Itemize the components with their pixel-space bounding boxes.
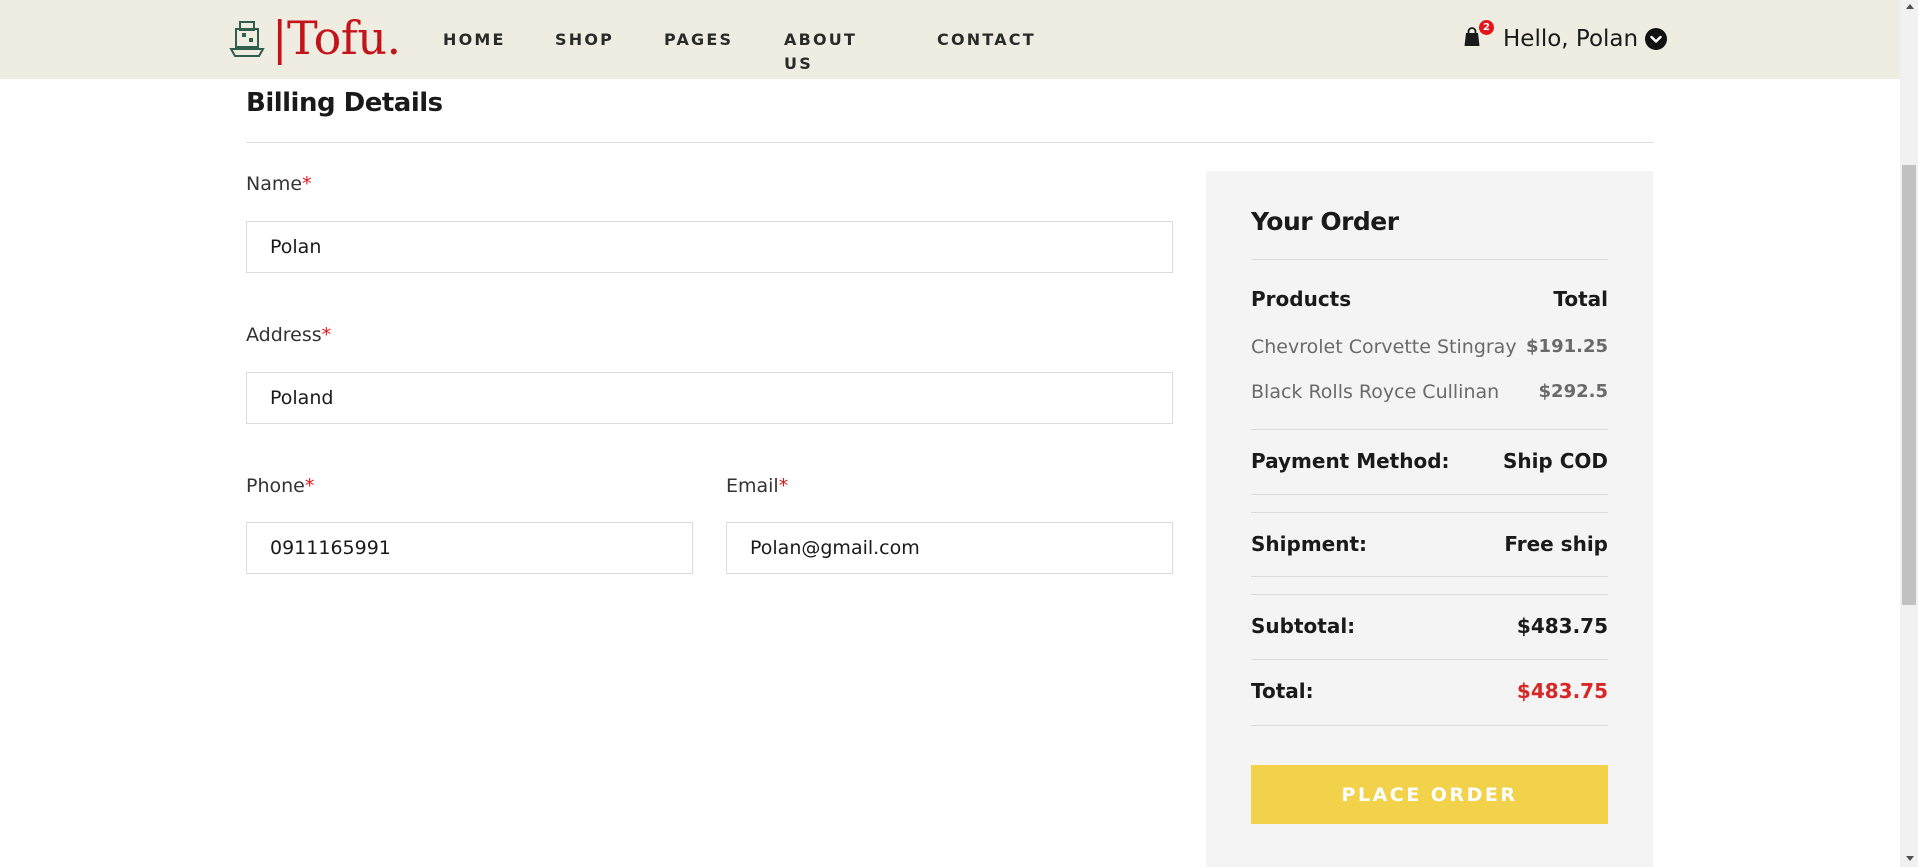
total-header: Total bbox=[1553, 287, 1608, 311]
phone-field[interactable] bbox=[246, 522, 693, 574]
phone-label: Phone* bbox=[246, 473, 314, 499]
order-item-price: $191.25 bbox=[1526, 336, 1608, 357]
cart-count-badge: 2 bbox=[1479, 20, 1494, 35]
order-title: Your Order bbox=[1251, 207, 1399, 236]
chevron-down-icon bbox=[1650, 35, 1662, 43]
subtotal-value: $483.75 bbox=[1516, 614, 1608, 638]
brand-logo[interactable]: |Tofu. bbox=[272, 12, 401, 64]
nav-contact[interactable]: CONTACT bbox=[937, 28, 1036, 52]
divider bbox=[1251, 429, 1608, 430]
address-label-text: Address bbox=[246, 324, 322, 346]
subtotal-label: Subtotal: bbox=[1251, 614, 1356, 638]
required-mark: * bbox=[304, 475, 315, 497]
total-label: Total: bbox=[1251, 679, 1314, 703]
order-item-name: Black Rolls Royce Cullinan bbox=[1251, 381, 1500, 403]
scroll-down-arrow-icon[interactable] bbox=[1906, 856, 1914, 861]
payment-method-label: Payment Method: bbox=[1251, 449, 1450, 473]
site-header: |Tofu. HOME SHOP PAGES ABOUT US CONTACT … bbox=[0, 0, 1900, 79]
divider bbox=[1251, 259, 1608, 260]
divider bbox=[1251, 576, 1608, 577]
divider bbox=[1251, 659, 1608, 660]
nav-shop[interactable]: SHOP bbox=[555, 28, 614, 52]
user-menu-toggle[interactable] bbox=[1645, 28, 1667, 50]
divider bbox=[1251, 494, 1608, 495]
scrollbar-thumb[interactable] bbox=[1902, 165, 1916, 605]
shop-logo-icon[interactable] bbox=[228, 19, 266, 59]
order-item-name: Chevrolet Corvette Stingray bbox=[1251, 336, 1517, 358]
billing-title: Billing Details bbox=[246, 88, 443, 118]
divider bbox=[1251, 725, 1608, 726]
name-field[interactable] bbox=[246, 221, 1173, 273]
name-label: Name* bbox=[246, 171, 312, 197]
address-field[interactable] bbox=[246, 372, 1173, 424]
place-order-button[interactable]: PLACE ORDER bbox=[1251, 765, 1608, 824]
order-item-price: $292.5 bbox=[1538, 381, 1608, 402]
user-greeting[interactable]: Hello, Polan bbox=[1503, 24, 1638, 54]
divider bbox=[1251, 512, 1608, 513]
email-label: Email* bbox=[726, 473, 788, 499]
nav-about-us[interactable]: ABOUT US bbox=[784, 28, 857, 76]
page-scrollbar[interactable] bbox=[1900, 0, 1918, 867]
required-mark: * bbox=[778, 475, 789, 497]
shipment-value: Free ship bbox=[1504, 532, 1608, 556]
divider bbox=[1251, 594, 1608, 595]
address-label: Address* bbox=[246, 322, 331, 348]
required-mark: * bbox=[302, 173, 312, 195]
total-value: $483.75 bbox=[1516, 679, 1608, 703]
shipment-label: Shipment: bbox=[1251, 532, 1368, 556]
phone-label-text: Phone bbox=[246, 475, 305, 497]
divider bbox=[246, 142, 1654, 143]
products-header: Products bbox=[1251, 287, 1352, 311]
email-label-text: Email bbox=[726, 475, 779, 497]
email-field[interactable] bbox=[726, 522, 1173, 574]
nav-pages[interactable]: PAGES bbox=[664, 28, 733, 52]
payment-method-value: Ship COD bbox=[1502, 449, 1608, 473]
order-summary-panel: Your Order Products Total Chevrolet Corv… bbox=[1206, 171, 1653, 867]
nav-home[interactable]: HOME bbox=[443, 28, 506, 52]
name-label-text: Name bbox=[246, 173, 303, 195]
required-mark: * bbox=[321, 324, 332, 346]
scroll-up-arrow-icon[interactable] bbox=[1906, 4, 1914, 9]
